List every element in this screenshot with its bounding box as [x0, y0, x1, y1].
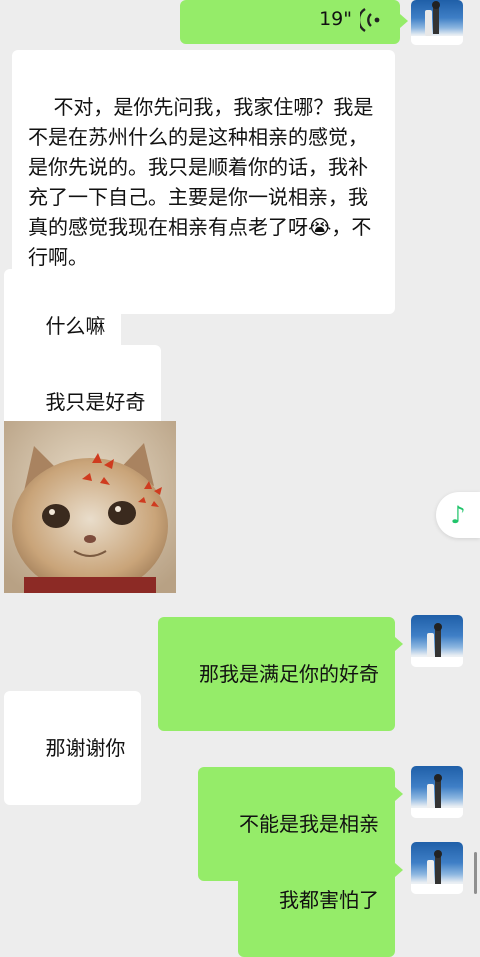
angry-cat-sticker[interactable]	[4, 421, 176, 593]
message-text: 不对，是你先问我，我家住哪？我是不是在苏州什么的是这种相亲的感觉，是你先说的。我…	[28, 95, 374, 269]
message-text: 我都害怕了	[279, 888, 379, 912]
message-bubble-incoming[interactable]: 那谢谢你	[4, 691, 142, 805]
voice-duration: 19"	[319, 8, 352, 30]
message-text: 不能是我是相亲	[239, 812, 379, 836]
my-avatar[interactable]	[411, 0, 463, 45]
message-text: 什么嘛	[45, 314, 106, 338]
chat-area: 19" 不对，是你先问我，我家住哪？我是不是在苏州什么的是这种相亲的感觉，是你先…	[0, 0, 480, 957]
scrollbar[interactable]	[474, 852, 477, 894]
voice-wave-icon	[357, 7, 382, 37]
music-note-glyph: ♪	[450, 501, 466, 529]
voice-message-bubble[interactable]: 19"	[180, 0, 408, 44]
message-bubble-outgoing[interactable]: 那我是满足你的好奇	[157, 617, 404, 731]
message-text: 那谢谢你	[45, 736, 126, 760]
message-text: 那我是满足你的好奇	[199, 662, 379, 686]
message-bubble-outgoing[interactable]: 我都害怕了	[237, 843, 404, 957]
my-avatar[interactable]	[411, 842, 463, 894]
my-avatar[interactable]	[411, 615, 463, 667]
my-avatar[interactable]	[411, 766, 463, 818]
music-note-icon[interactable]: ♪	[436, 492, 480, 538]
message-text: 我只是好奇	[45, 390, 146, 414]
